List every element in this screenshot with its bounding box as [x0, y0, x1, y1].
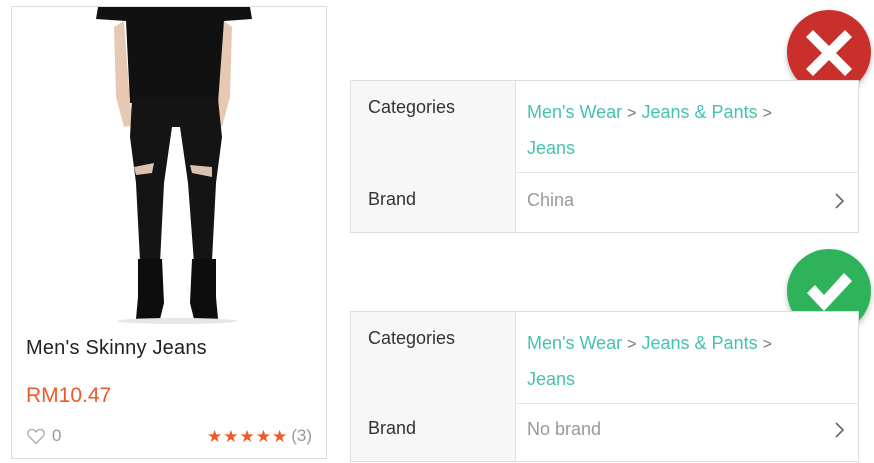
product-card[interactable]: Men's Skinny Jeans RM10.47 0 ★ ★ ★ ★ ★ (…: [11, 6, 327, 459]
star-icon: ★: [271, 426, 288, 446]
chevron-right-icon[interactable]: [834, 193, 844, 209]
heart-icon[interactable]: [26, 427, 46, 445]
categories-row: Categories Men's Wear > Jeans & Pants > …: [351, 312, 858, 404]
brand-label: Brand: [351, 172, 516, 232]
star-icon: ★: [255, 426, 271, 446]
like-button[interactable]: 0: [26, 426, 61, 446]
chevron-right-icon[interactable]: [834, 422, 844, 438]
brand-row[interactable]: Brand China: [351, 172, 858, 232]
brand-value-cell: China: [516, 172, 858, 232]
category-link[interactable]: Men's Wear: [527, 102, 622, 122]
category-link[interactable]: Jeans: [527, 138, 575, 158]
rating-stars: ★ ★ ★ ★ ★: [207, 428, 287, 445]
brand-value: No brand: [527, 419, 602, 439]
categories-value: Men's Wear > Jeans & Pants > Jeans: [516, 312, 858, 403]
correct-spec-table: Categories Men's Wear > Jeans & Pants > …: [350, 311, 859, 462]
rating: ★ ★ ★ ★ ★ (3): [207, 426, 312, 446]
incorrect-spec-table: Categories Men's Wear > Jeans & Pants > …: [350, 80, 859, 233]
category-link[interactable]: Jeans & Pants: [642, 333, 758, 353]
product-price: RM10.47: [26, 384, 112, 407]
star-icon: ★: [239, 426, 255, 446]
category-link[interactable]: Men's Wear: [527, 333, 622, 353]
product-name[interactable]: Men's Skinny Jeans: [26, 337, 207, 360]
category-link[interactable]: Jeans & Pants: [642, 102, 758, 122]
brand-row[interactable]: Brand No brand: [351, 401, 858, 461]
likes-count: 0: [52, 426, 62, 445]
rating-count: (3): [291, 426, 312, 445]
star-icon: ★: [206, 426, 223, 446]
category-link[interactable]: Jeans: [527, 369, 575, 389]
breadcrumb-separator: >: [762, 105, 772, 122]
categories-row: Categories Men's Wear > Jeans & Pants > …: [351, 81, 858, 173]
product-image[interactable]: [12, 7, 326, 325]
brand-label: Brand: [351, 401, 516, 461]
star-icon: ★: [223, 426, 239, 446]
brand-value: China: [527, 190, 575, 210]
categories-label: Categories: [351, 312, 516, 403]
brand-value-cell: No brand: [516, 401, 858, 461]
breadcrumb-separator: >: [762, 336, 772, 353]
categories-value: Men's Wear > Jeans & Pants > Jeans: [516, 81, 858, 172]
comparison-stage: Men's Skinny Jeans RM10.47 0 ★ ★ ★ ★ ★ (…: [0, 0, 874, 463]
breadcrumb-separator: >: [627, 105, 637, 122]
categories-label: Categories: [351, 81, 516, 172]
breadcrumb-separator: >: [627, 336, 637, 353]
